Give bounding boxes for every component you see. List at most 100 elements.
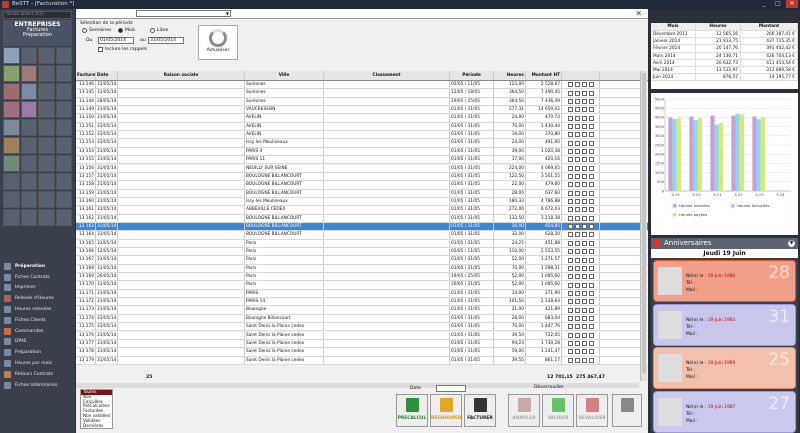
checkbox-icon[interactable] [567,182,573,188]
module-tile[interactable] [3,137,20,154]
table-row[interactable]: 13 170 31/05/14 Paris 26/05 / 31/05 52,00 1 0… [76,281,648,290]
trash-icon[interactable] [574,132,580,138]
eye-icon[interactable] [581,215,587,221]
table-row[interactable]: 13 169 26/05/14 Paris 19/05 / 25/05 52,00 1 0… [76,273,648,282]
module-tile[interactable] [20,191,37,208]
table-row[interactable]: 13 166 12/05/14 Paris 05/05 / 11/05 110,00 2 … [76,248,648,257]
module-tile[interactable] [38,119,55,136]
radio-semaines[interactable]: Semaines [82,28,111,33]
eye-icon[interactable] [581,199,587,205]
table-row[interactable]: 13 168 31/05/14 Paris 01/05 / 31/05 70,00 1 2… [76,264,648,274]
eye-icon[interactable] [581,207,587,213]
module-tile[interactable] [55,83,72,100]
checkbox-icon[interactable] [567,107,573,113]
print-button[interactable] [612,394,642,427]
checkbox-icon[interactable] [567,98,573,104]
search-icon[interactable] [588,332,594,338]
eye-icon[interactable] [581,82,587,88]
table-row[interactable]: 13 177 31/05/14 Saint Denis la Plaine cede… [76,339,648,349]
search-icon[interactable] [588,224,594,230]
checkbox-icon[interactable] [567,315,573,321]
search-icon[interactable] [588,324,594,330]
col-classement[interactable]: Classement [324,71,450,80]
search-icon[interactable] [588,249,594,255]
trash-icon[interactable] [574,182,580,188]
eye-icon[interactable] [581,148,587,154]
table-row[interactable]: 13 151 31/05/14 AVELIN 01/05 / 31/05 70,00 1 … [76,122,648,132]
search-icon[interactable] [588,157,594,163]
eye-icon[interactable] [581,115,587,121]
trash-icon[interactable] [574,240,580,246]
search-icon[interactable] [588,274,594,280]
eye-icon[interactable] [581,282,587,288]
table-row[interactable]: 13 161 31/05/14 ABBEVILLE CEDEX 01/05 / 31/… [76,206,648,215]
monthly-row[interactable]: Mai 2014 13 512,97 312 889,58 € [651,66,798,75]
checkbox-icon[interactable] [567,341,573,347]
eye-icon[interactable] [581,299,587,305]
table-row[interactable]: 13 145 31/05/14 Suresnes 12/05 / 18/05 364,5… [76,89,648,98]
nav-item-retours-contrats[interactable]: Retours Contrats [2,369,73,380]
module-tile[interactable] [3,83,20,100]
search-icon[interactable] [588,207,594,213]
trash-icon[interactable] [574,324,580,330]
checkbox-icon[interactable] [567,290,573,296]
search-icon[interactable] [588,282,594,288]
module-tile[interactable] [20,119,37,136]
nav-item-commandes[interactable]: Commandes [2,326,73,337]
module-tile[interactable] [38,155,55,172]
minimize-button[interactable]: _ [758,0,770,8]
trash-icon[interactable] [574,357,580,363]
search-icon[interactable] [588,132,594,138]
search-icon[interactable] [588,107,594,113]
checkbox-icon[interactable] [567,282,573,288]
radio-libre[interactable]: Libre [150,28,168,33]
valider-button[interactable]: VALIDER [542,394,574,427]
checkbox-icon[interactable] [567,165,573,171]
module-tile[interactable] [20,155,37,172]
trash-icon[interactable] [574,299,580,305]
eye-icon[interactable] [581,165,587,171]
checkbox-icon[interactable] [567,123,573,129]
table-row[interactable]: 13 146 31/05/14 Suresnes 05/05 / 11/05 123,0… [76,81,648,90]
module-tile[interactable] [20,209,37,226]
col-heures[interactable]: Heures [494,71,526,80]
module-tile[interactable] [3,101,20,118]
nav-item-fiches-contrats[interactable]: Fiches Contrats [2,272,73,283]
checkbox-icon[interactable] [567,90,573,96]
search-icon[interactable] [588,199,594,205]
table-row[interactable]: 13 165 31/05/14 Paris 01/05 / 31/05 24,25 451… [76,239,648,248]
module-tile[interactable] [38,65,55,82]
radio-mois[interactable]: Mois [118,28,135,33]
trash-icon[interactable] [574,307,580,313]
col-date[interactable]: Date [96,71,118,80]
checkbox-icon[interactable] [567,207,573,213]
module-tile[interactable] [20,173,37,190]
checkbox-icon[interactable] [567,174,573,180]
table-row[interactable]: 13 174 31/05/14 Boulogne Billancourt 01/05 … [76,314,648,324]
search-icon[interactable] [588,357,594,363]
eye-icon[interactable] [581,357,587,363]
trash-icon[interactable] [574,157,580,163]
trash-icon[interactable] [574,174,580,180]
search-input[interactable]: Accès direct (F2) [3,11,72,19]
table-row[interactable]: 13 153 31/05/14 Issy les Moulineaux 01/05 /… [76,139,648,148]
trash-icon[interactable] [574,257,580,263]
table-row[interactable]: 13 154 31/05/14 PARIS 4 01/05 / 31/05 39,00 1… [76,147,648,157]
module-tile[interactable] [38,191,55,208]
checkbox-icon[interactable] [567,265,573,271]
trash-icon[interactable] [574,107,580,113]
nav-item-fiches-clients[interactable]: Fiches Clients [2,315,73,326]
trash-icon[interactable] [574,341,580,347]
module-tile[interactable] [20,101,37,118]
vertical-scrollbar[interactable] [640,71,647,381]
table-row[interactable]: 13 155 31/05/14 PARIS 11 01/05 / 31/05 17,00… [76,156,648,165]
checkbox-icon[interactable] [567,324,573,330]
module-tile[interactable] [55,137,72,154]
search-icon[interactable] [588,190,594,196]
module-tile[interactable] [55,47,72,64]
module-tile[interactable] [55,191,72,208]
nav-item-preparation-2[interactable]: Préparation [2,347,73,358]
search-icon[interactable] [588,349,594,355]
table-row[interactable]: 13 157 31/05/14 BOULOGNE BILLANCOURT 01/05 … [76,172,648,182]
module-tile[interactable] [3,65,20,82]
